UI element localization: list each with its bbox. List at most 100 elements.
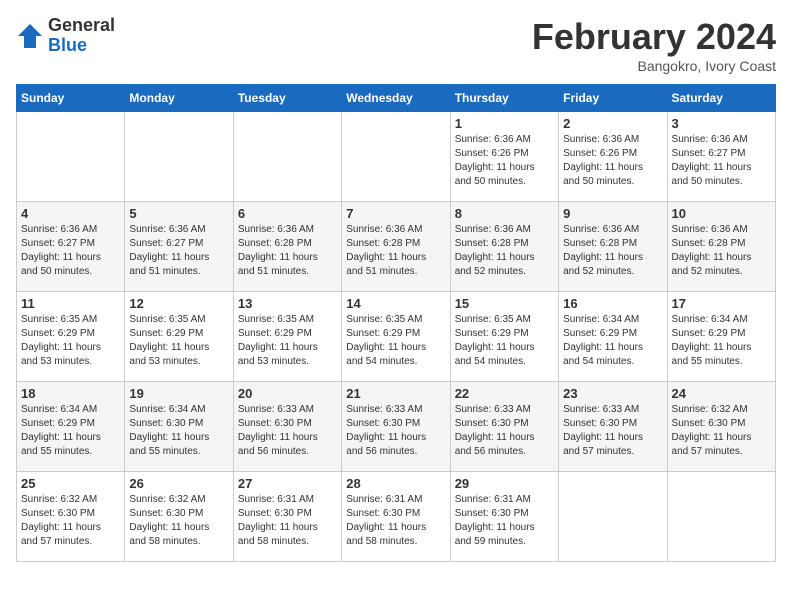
calendar-cell: 13 Sunrise: 6:35 AM Sunset: 6:29 PM Dayli… <box>233 292 341 382</box>
calendar-cell: 7 Sunrise: 6:36 AM Sunset: 6:28 PM Daylig… <box>342 202 450 292</box>
day-number: 24 <box>672 386 771 401</box>
calendar-cell <box>17 112 125 202</box>
calendar-cell: 22 Sunrise: 6:33 AM Sunset: 6:30 PM Dayli… <box>450 382 558 472</box>
day-number: 20 <box>238 386 337 401</box>
day-number: 7 <box>346 206 445 221</box>
day-number: 17 <box>672 296 771 311</box>
day-info: Sunrise: 6:36 AM Sunset: 6:28 PM Dayligh… <box>346 223 445 279</box>
day-number: 2 <box>563 116 662 131</box>
header: General Blue February 2024 Bangokro, Ivo… <box>16 16 776 74</box>
month-title: February 2024 <box>532 16 776 58</box>
calendar-cell: 25Sunrise: 6:32 AM Sunset: 6:30 PM Dayli… <box>17 472 125 562</box>
calendar-cell: 1 Sunrise: 6:36 AM Sunset: 6:26 PM Daylig… <box>450 112 558 202</box>
calendar-cell: 19 Sunrise: 6:34 AM Sunset: 6:30 PM Dayli… <box>125 382 233 472</box>
day-info: Sunrise: 6:36 AM Sunset: 6:28 PM Dayligh… <box>238 223 337 279</box>
day-info: Sunrise: 6:36 AM Sunset: 6:26 PM Dayligh… <box>455 133 554 189</box>
calendar-week-row: 18Sunrise: 6:34 AM Sunset: 6:29 PM Dayli… <box>17 382 776 472</box>
day-number: 3 <box>672 116 771 131</box>
logo-blue-text: Blue <box>48 36 115 56</box>
calendar-cell: 12 Sunrise: 6:35 AM Sunset: 6:29 PM Dayli… <box>125 292 233 382</box>
day-number: 28 <box>346 476 445 491</box>
day-number: 4 <box>21 206 120 221</box>
day-info: Sunrise: 6:35 AM Sunset: 6:29 PM Dayligh… <box>455 313 554 369</box>
calendar-cell: 15 Sunrise: 6:35 AM Sunset: 6:29 PM Dayli… <box>450 292 558 382</box>
day-info: Sunrise: 6:33 AM Sunset: 6:30 PM Dayligh… <box>455 403 554 459</box>
calendar-cell: 9 Sunrise: 6:36 AM Sunset: 6:28 PM Daylig… <box>559 202 667 292</box>
day-info: Sunrise: 6:33 AM Sunset: 6:30 PM Dayligh… <box>238 403 337 459</box>
calendar-cell <box>667 472 775 562</box>
calendar-cell: 29 Sunrise: 6:31 AM Sunset: 6:30 PM Dayli… <box>450 472 558 562</box>
day-info: Sunrise: 6:36 AM Sunset: 6:28 PM Dayligh… <box>672 223 771 279</box>
day-header-tuesday: Tuesday <box>233 85 341 112</box>
day-number: 1 <box>455 116 554 131</box>
day-header-wednesday: Wednesday <box>342 85 450 112</box>
calendar-cell: 10 Sunrise: 6:36 AM Sunset: 6:28 PM Dayli… <box>667 202 775 292</box>
calendar-week-row: 1 Sunrise: 6:36 AM Sunset: 6:26 PM Daylig… <box>17 112 776 202</box>
calendar-cell: 24 Sunrise: 6:32 AM Sunset: 6:30 PM Dayli… <box>667 382 775 472</box>
day-info: Sunrise: 6:35 AM Sunset: 6:29 PM Dayligh… <box>238 313 337 369</box>
calendar-cell: 17 Sunrise: 6:34 AM Sunset: 6:29 PM Dayli… <box>667 292 775 382</box>
day-number: 29 <box>455 476 554 491</box>
logo: General Blue <box>16 16 115 56</box>
day-number: 9 <box>563 206 662 221</box>
day-info: Sunrise: 6:34 AM Sunset: 6:29 PM Dayligh… <box>21 403 120 459</box>
day-header-saturday: Saturday <box>667 85 775 112</box>
calendar-cell: 5Sunrise: 6:36 AM Sunset: 6:27 PM Daylig… <box>125 202 233 292</box>
day-number: 16 <box>563 296 662 311</box>
day-number: 6 <box>238 206 337 221</box>
day-info: Sunrise: 6:31 AM Sunset: 6:30 PM Dayligh… <box>346 493 445 549</box>
calendar-cell: 3Sunrise: 6:36 AM Sunset: 6:27 PM Daylig… <box>667 112 775 202</box>
day-info: Sunrise: 6:36 AM Sunset: 6:26 PM Dayligh… <box>563 133 662 189</box>
calendar-cell: 6 Sunrise: 6:36 AM Sunset: 6:28 PM Daylig… <box>233 202 341 292</box>
calendar-cell: 14Sunrise: 6:35 AM Sunset: 6:29 PM Dayli… <box>342 292 450 382</box>
day-info: Sunrise: 6:33 AM Sunset: 6:30 PM Dayligh… <box>346 403 445 459</box>
calendar-cell: 4Sunrise: 6:36 AM Sunset: 6:27 PM Daylig… <box>17 202 125 292</box>
calendar-cell <box>125 112 233 202</box>
day-info: Sunrise: 6:36 AM Sunset: 6:28 PM Dayligh… <box>455 223 554 279</box>
day-number: 13 <box>238 296 337 311</box>
calendar-cell <box>559 472 667 562</box>
day-number: 21 <box>346 386 445 401</box>
calendar-cell: 26Sunrise: 6:32 AM Sunset: 6:30 PM Dayli… <box>125 472 233 562</box>
day-info: Sunrise: 6:36 AM Sunset: 6:27 PM Dayligh… <box>129 223 228 279</box>
logo-icon <box>16 22 44 50</box>
day-header-thursday: Thursday <box>450 85 558 112</box>
calendar-week-row: 25Sunrise: 6:32 AM Sunset: 6:30 PM Dayli… <box>17 472 776 562</box>
day-number: 10 <box>672 206 771 221</box>
day-number: 22 <box>455 386 554 401</box>
day-info: Sunrise: 6:34 AM Sunset: 6:29 PM Dayligh… <box>672 313 771 369</box>
day-number: 14 <box>346 296 445 311</box>
calendar-cell <box>342 112 450 202</box>
logo-general-text: General <box>48 16 115 36</box>
day-info: Sunrise: 6:36 AM Sunset: 6:28 PM Dayligh… <box>563 223 662 279</box>
calendar-cell: 28 Sunrise: 6:31 AM Sunset: 6:30 PM Dayli… <box>342 472 450 562</box>
calendar-cell: 18Sunrise: 6:34 AM Sunset: 6:29 PM Dayli… <box>17 382 125 472</box>
day-number: 27 <box>238 476 337 491</box>
day-info: Sunrise: 6:34 AM Sunset: 6:30 PM Dayligh… <box>129 403 228 459</box>
calendar-header-row: SundayMondayTuesdayWednesdayThursdayFrid… <box>17 85 776 112</box>
calendar-cell: 27 Sunrise: 6:31 AM Sunset: 6:30 PM Dayli… <box>233 472 341 562</box>
day-info: Sunrise: 6:35 AM Sunset: 6:29 PM Dayligh… <box>129 313 228 369</box>
day-number: 15 <box>455 296 554 311</box>
day-info: Sunrise: 6:35 AM Sunset: 6:29 PM Dayligh… <box>21 313 120 369</box>
day-number: 19 <box>129 386 228 401</box>
calendar-cell: 16 Sunrise: 6:34 AM Sunset: 6:29 PM Dayli… <box>559 292 667 382</box>
location-subtitle: Bangokro, Ivory Coast <box>532 58 776 74</box>
day-number: 26 <box>129 476 228 491</box>
day-info: Sunrise: 6:33 AM Sunset: 6:30 PM Dayligh… <box>563 403 662 459</box>
day-header-sunday: Sunday <box>17 85 125 112</box>
day-number: 12 <box>129 296 228 311</box>
day-info: Sunrise: 6:31 AM Sunset: 6:30 PM Dayligh… <box>455 493 554 549</box>
calendar-week-row: 11 Sunrise: 6:35 AM Sunset: 6:29 PM Dayli… <box>17 292 776 382</box>
calendar-cell: 8Sunrise: 6:36 AM Sunset: 6:28 PM Daylig… <box>450 202 558 292</box>
day-info: Sunrise: 6:31 AM Sunset: 6:30 PM Dayligh… <box>238 493 337 549</box>
calendar-cell: 23Sunrise: 6:33 AM Sunset: 6:30 PM Dayli… <box>559 382 667 472</box>
day-info: Sunrise: 6:34 AM Sunset: 6:29 PM Dayligh… <box>563 313 662 369</box>
title-area: February 2024 Bangokro, Ivory Coast <box>532 16 776 74</box>
calendar-week-row: 4 Sunrise: 6:36 AM Sunset: 6:27 PM Daylig… <box>17 202 776 292</box>
calendar-cell: 21 Sunrise: 6:33 AM Sunset: 6:30 PM Dayli… <box>342 382 450 472</box>
calendar-cell: 11 Sunrise: 6:35 AM Sunset: 6:29 PM Dayli… <box>17 292 125 382</box>
day-number: 25 <box>21 476 120 491</box>
day-number: 11 <box>21 296 120 311</box>
day-info: Sunrise: 6:32 AM Sunset: 6:30 PM Dayligh… <box>672 403 771 459</box>
